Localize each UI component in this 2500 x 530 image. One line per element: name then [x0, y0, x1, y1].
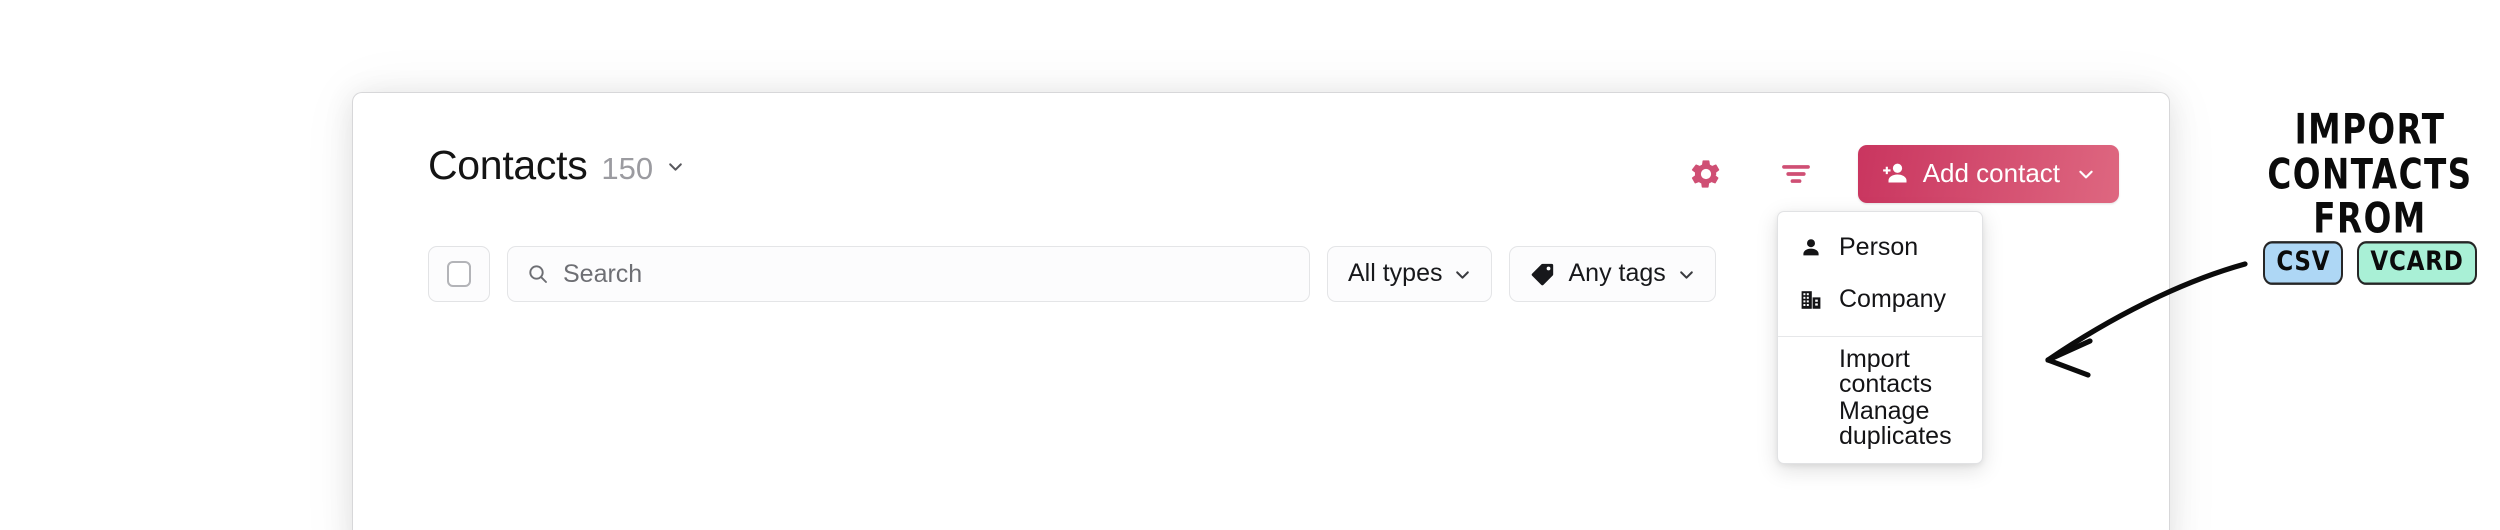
badge-vcard: VCARD — [2357, 241, 2477, 286]
tag-icon — [1530, 261, 1556, 287]
add-contact-label: Add contact — [1922, 158, 2060, 188]
menu-item-company-label: Company — [1839, 284, 1946, 313]
contacts-count: 150 — [601, 151, 654, 186]
add-contact-button[interactable]: Add contact — [1857, 145, 2119, 203]
badge-csv: CSV — [2263, 241, 2344, 286]
annotation-badges: CSV VCARD — [2255, 241, 2485, 286]
annotation-text: IMPORT CONTACTS FROM — [2260, 108, 2481, 242]
filter-all-types-label: All types — [1348, 258, 1443, 287]
person-add-icon — [1880, 159, 1910, 189]
search-placeholder: Search — [563, 259, 643, 288]
menu-divider — [1778, 336, 1982, 337]
filter-icon[interactable] — [1768, 146, 1824, 202]
menu-item-company[interactable]: Company — [1778, 274, 1982, 326]
person-icon — [1798, 236, 1824, 260]
chevron-down-icon — [1454, 266, 1471, 283]
panel-header: Contacts 150 Add contact — [353, 93, 2169, 213]
filter-any-tags[interactable]: Any tags — [1509, 246, 1716, 302]
menu-item-person-label: Person — [1839, 232, 1919, 261]
contacts-panel: Contacts 150 Add contact Search All type… — [352, 92, 2170, 530]
add-contact-dropdown-menu: Person Company Import contacts Manage du… — [1777, 211, 1983, 464]
page-title: Contacts — [428, 142, 588, 188]
toolbar-row: Search All types Any tags — [428, 246, 1716, 302]
menu-item-person[interactable]: Person — [1778, 222, 1982, 274]
menu-item-manage-duplicates[interactable]: Manage duplicates — [1778, 399, 1982, 451]
select-all-checkbox[interactable] — [428, 246, 490, 302]
annotation-line-3: FROM — [2313, 195, 2427, 244]
annotation-line-1: IMPORT — [2294, 105, 2446, 155]
chevron-down-icon — [2077, 165, 2095, 183]
search-input[interactable]: Search — [507, 246, 1310, 302]
menu-item-import-contacts[interactable]: Import contacts — [1778, 347, 1982, 399]
screenshot-stage: Contacts 150 Add contact Search All type… — [0, 0, 2500, 530]
header-actions: Add contact — [1678, 145, 2119, 203]
chevron-down-icon — [1678, 266, 1695, 283]
chevron-down-icon[interactable] — [667, 158, 684, 175]
filter-any-tags-label: Any tags — [1568, 258, 1666, 287]
page-title-group[interactable]: Contacts 150 — [428, 145, 684, 186]
building-icon — [1798, 288, 1824, 312]
search-icon — [526, 262, 550, 286]
menu-item-import-contacts-label: Import contacts — [1839, 345, 1933, 398]
handwritten-annotation: IMPORT CONTACTS FROM CSV VCARD — [2255, 108, 2485, 286]
gear-icon[interactable] — [1678, 146, 1734, 202]
filter-all-types[interactable]: All types — [1327, 246, 1493, 302]
annotation-line-2: CONTACTS — [2267, 150, 2473, 200]
checkbox-unchecked-icon — [447, 261, 471, 287]
menu-item-manage-duplicates-label: Manage duplicates — [1839, 397, 1952, 450]
